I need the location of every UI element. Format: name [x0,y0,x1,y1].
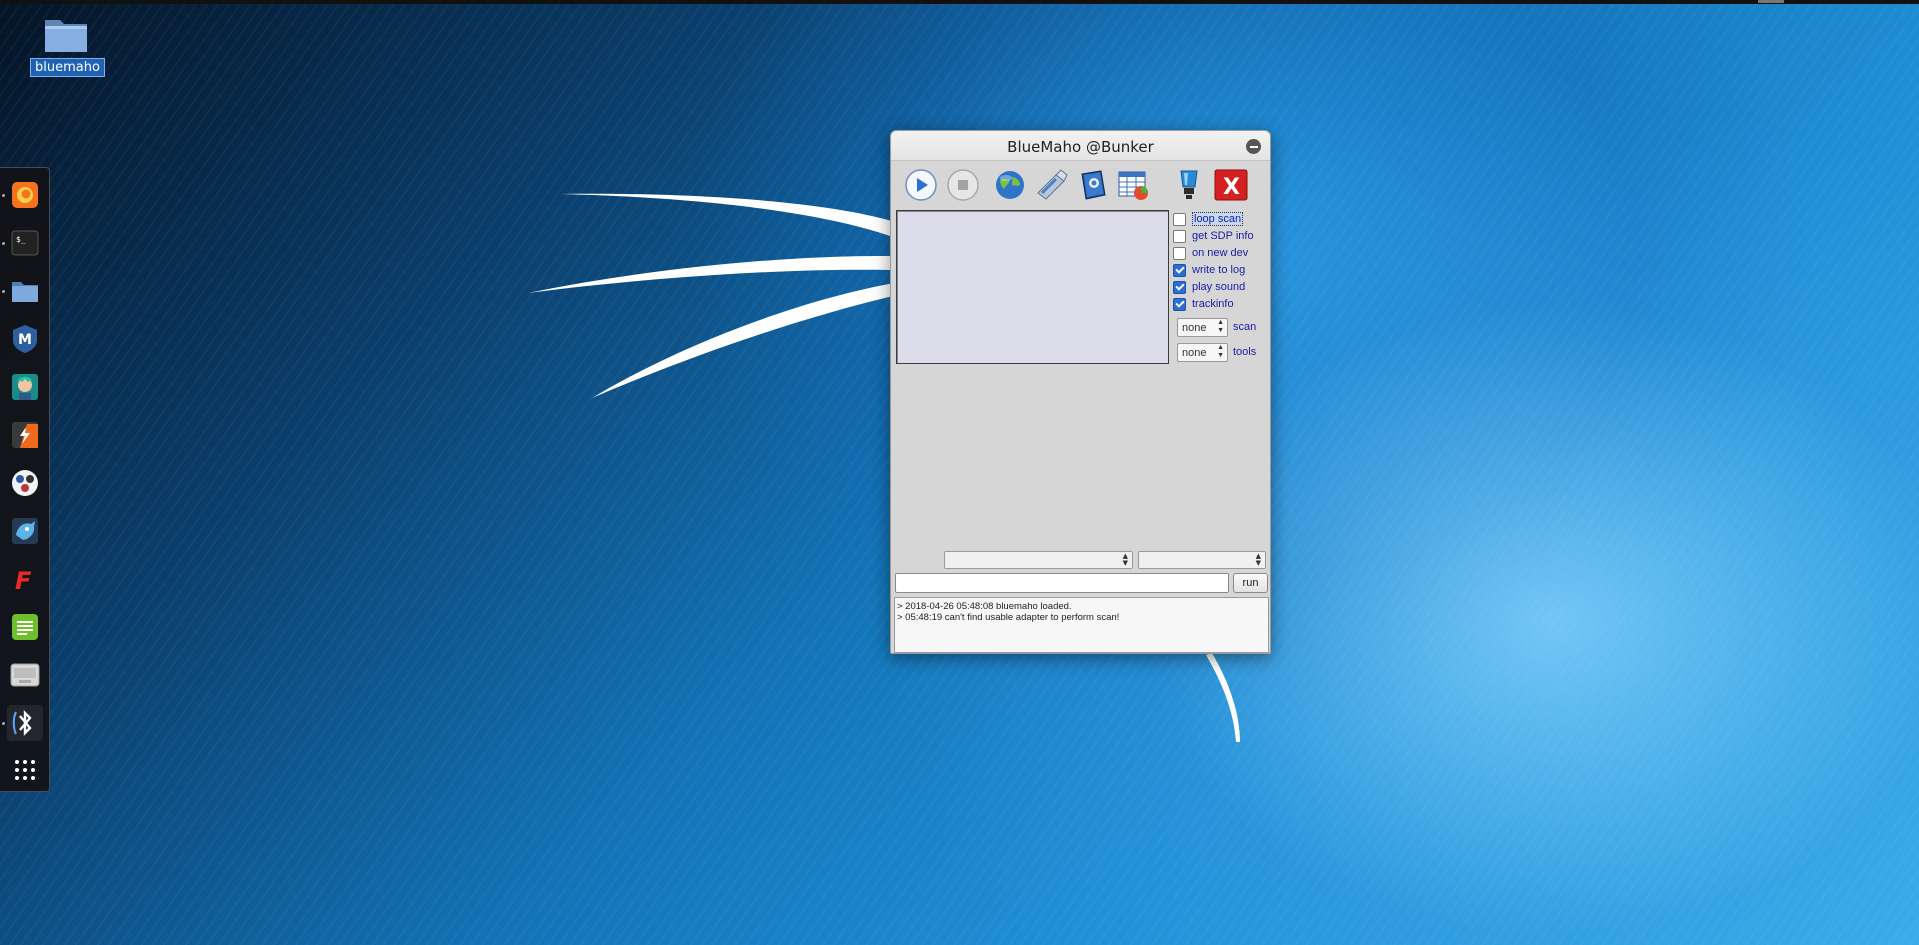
bluemaho-window: BlueMaho @Bunker X loop scan get SDP inf… [890,130,1271,654]
option-trackinfo[interactable]: trackinfo [1173,296,1234,312]
maltego-icon [12,470,38,496]
stop-icon [947,169,979,201]
folder-icon [12,282,38,302]
run-button[interactable]: run [1233,573,1268,593]
minimize-icon [1249,145,1258,148]
dock-item-show-apps[interactable] [7,752,43,788]
book-icon [1081,170,1106,200]
beef-icon [12,518,38,544]
close-x-icon: X [1214,169,1248,201]
tool-select-combo[interactable]: ▲ ▼ [1138,551,1266,569]
log-output[interactable]: > 2018-04-26 05:48:08 bluemaho loaded. >… [894,597,1269,653]
running-indicator [2,194,5,197]
spinner-value: none [1182,347,1207,359]
dock-item-maltego[interactable] [7,465,43,501]
spinner-value: none [1182,322,1207,334]
spinner-arrows-icon[interactable]: ▲ ▼ [1217,344,1224,360]
dock-item-terminal[interactable]: $_ [7,225,43,261]
text-editor-icon [12,614,38,640]
dock-item-metasploit[interactable]: M [7,321,43,357]
faraday-icon: F [15,567,32,593]
option-label: write to log [1192,264,1246,276]
terminal-icon: $_ [11,230,39,256]
dock-item-firefox[interactable] [7,177,43,213]
top-bar-indicator [1758,0,1784,3]
checkbox[interactable] [1173,297,1186,311]
burp-icon [12,422,38,448]
dock-item-beef[interactable] [7,513,43,549]
lamp-icon [1180,170,1198,199]
app-grid-icon [15,760,35,780]
dock-item-faraday[interactable]: F [7,561,43,597]
command-input[interactable] [895,573,1229,593]
play-button[interactable] [903,167,939,203]
scan-label: scan [1233,321,1257,333]
checkbox[interactable] [1173,212,1186,226]
log-line: > 05:48:19 can't find usable adapter to … [897,612,1120,623]
folder-icon [43,14,89,54]
keyboard-icon [10,663,40,687]
metasploit-icon: M [13,325,37,353]
dock-item-armitage[interactable] [7,369,43,405]
checkbox[interactable] [1173,280,1186,294]
adapter-button[interactable] [1033,167,1069,203]
exit-button[interactable]: X [1213,167,1249,203]
option-label: loop scan [1192,212,1244,226]
armitage-icon [12,374,38,400]
dock-item-burpsuite[interactable] [7,417,43,453]
scan-target-combo[interactable]: ▲ ▼ [944,551,1133,569]
combo-arrows-icon: ▲ ▼ [1122,552,1128,567]
option-on-new-dev[interactable]: on new dev [1173,245,1248,261]
table-chart-icon [1118,171,1148,200]
svg-text:$_: $_ [16,235,26,244]
globe-icon [996,171,1024,199]
log-button[interactable] [1075,167,1111,203]
log-line: > 2018-04-26 05:48:08 bluemaho loaded. [897,601,1072,612]
device-list[interactable] [896,210,1169,364]
option-write-to-log[interactable]: write to log [1173,262,1245,278]
top-bar [0,0,1919,4]
checkbox[interactable] [1173,246,1186,260]
desktop-icon-label: bluemaho [30,58,105,77]
option-label: play sound [1192,281,1246,293]
running-indicator [2,722,5,725]
option-play-sound[interactable]: play sound [1173,279,1245,295]
stop-button[interactable] [945,167,981,203]
table-button[interactable] [1115,167,1151,203]
tools-spinner[interactable]: none ▲ ▼ [1177,343,1228,362]
window-titlebar[interactable]: BlueMaho @Bunker [891,131,1270,161]
checkbox[interactable] [1173,263,1186,277]
scan-spinner[interactable]: none ▲ ▼ [1177,318,1228,337]
tools-label: tools [1233,346,1257,358]
svg-text:F: F [15,567,32,593]
info-button[interactable] [1171,167,1207,203]
dock-item-keyboard[interactable] [7,657,43,693]
dock: $_ M F [0,167,50,792]
minimize-button[interactable] [1246,139,1261,154]
network-button[interactable] [992,167,1028,203]
dock-item-leafpad[interactable] [7,609,43,645]
play-icon [905,169,937,201]
running-indicator [2,290,5,293]
checkbox[interactable] [1173,229,1186,243]
usb-adapter-icon [1037,169,1068,200]
spinner-arrows-icon[interactable]: ▲ ▼ [1217,319,1224,335]
dock-item-bluemaho[interactable] [7,705,43,741]
combo-arrows-icon: ▲ ▼ [1255,552,1261,567]
option-label: on new dev [1192,247,1249,259]
svg-text:X: X [1223,175,1240,200]
running-indicator [2,242,5,245]
firefox-icon [12,182,38,208]
option-get-sdp-info[interactable]: get SDP info [1173,228,1254,244]
svg-text:M: M [18,332,32,348]
window-title: BlueMaho @Bunker [1007,138,1154,156]
desktop-icon-bluemaho[interactable]: bluemaho [30,14,105,84]
option-label: get SDP info [1192,230,1254,242]
bluetooth-icon [12,710,32,736]
option-label: trackinfo [1192,298,1234,310]
option-loop-scan[interactable]: loop scan [1173,211,1244,227]
dock-item-files[interactable] [7,273,43,309]
